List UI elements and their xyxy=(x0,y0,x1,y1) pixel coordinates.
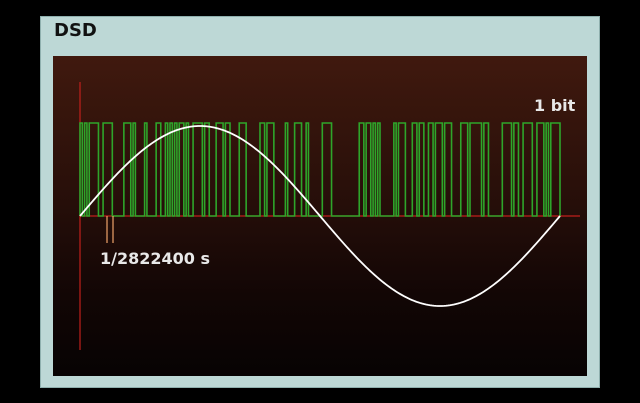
dsd-diagram: 1 bit 1/2822400 s xyxy=(53,56,587,376)
bit-depth-label: 1 bit xyxy=(534,96,576,115)
sample-period-label: 1/2822400 s xyxy=(100,249,210,268)
